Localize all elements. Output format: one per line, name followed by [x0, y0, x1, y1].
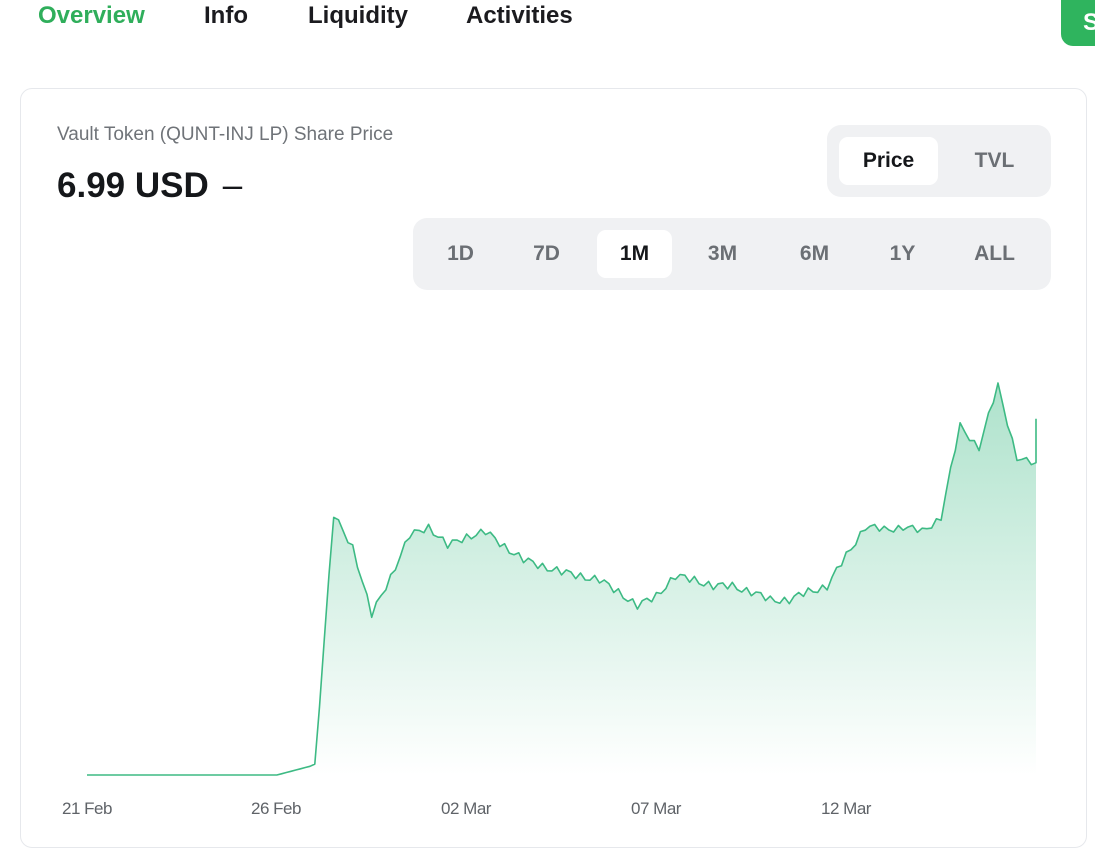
- x-tick-label: 07 Mar: [631, 799, 682, 818]
- price-chart: 21 Feb 26 Feb 02 Mar 07 Mar 12 Mar: [62, 382, 1037, 818]
- x-tick-label: 26 Feb: [251, 799, 301, 818]
- chart-area-fill: [87, 383, 1036, 775]
- x-tick-label: 21 Feb: [62, 799, 112, 818]
- x-tick-label: 02 Mar: [441, 799, 492, 818]
- x-tick-label: 12 Mar: [821, 799, 872, 818]
